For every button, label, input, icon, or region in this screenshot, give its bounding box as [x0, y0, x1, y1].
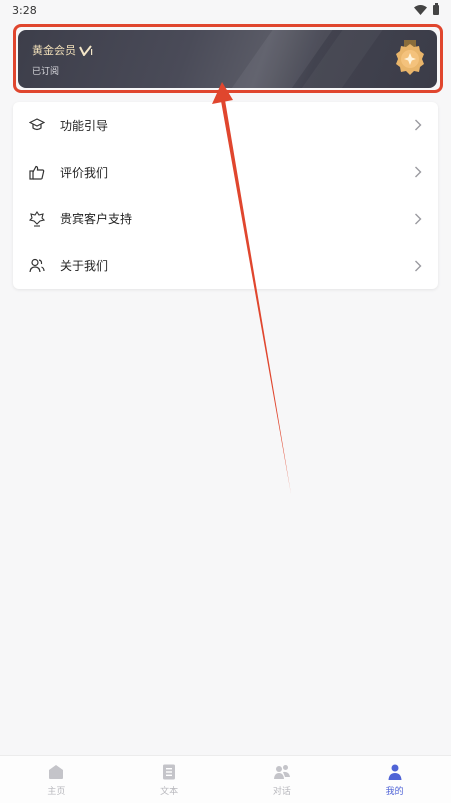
menu-item-label: 关于我们: [60, 259, 109, 274]
graduation-cap-icon: [29, 117, 45, 133]
settings-menu-card: 功能引导 评价我们 贵宾客户支持 关于我们: [13, 102, 438, 289]
menu-item-rate-us[interactable]: 评价我们: [13, 149, 438, 196]
chevron-right-icon: [415, 119, 422, 131]
home-icon: [49, 764, 64, 779]
bottom-tab-bar: 主页 文本 对话 我的: [0, 755, 451, 803]
menu-item-label: 贵宾客户支持: [60, 212, 133, 227]
tab-label: 文本: [160, 786, 179, 797]
tab-label: 主页: [47, 786, 66, 797]
chevron-right-icon: [415, 260, 422, 272]
menu-item-label: 评价我们: [60, 165, 109, 180]
wifi-icon: [414, 5, 427, 15]
status-time: 3:28: [12, 3, 37, 17]
tab-label: 对话: [272, 786, 291, 797]
people-icon: [29, 258, 45, 274]
chevron-right-icon: [415, 166, 422, 178]
thumbs-up-icon: [29, 164, 45, 180]
status-bar: 3:28: [0, 0, 451, 20]
support-flower-icon: [29, 210, 45, 227]
tab-home[interactable]: 主页: [0, 756, 113, 803]
battery-icon: [433, 3, 439, 15]
profile-icon: [388, 764, 402, 780]
status-icons: [414, 3, 439, 15]
menu-item-about-us[interactable]: 关于我们: [13, 242, 438, 289]
annotation-highlight-frame: [13, 24, 443, 93]
menu-item-feature-guide[interactable]: 功能引导: [13, 102, 438, 149]
tab-profile[interactable]: 我的: [338, 756, 451, 803]
document-icon: [163, 764, 176, 779]
menu-item-label: 功能引导: [60, 118, 109, 133]
chevron-right-icon: [415, 213, 422, 225]
chat-people-icon: [273, 764, 290, 779]
tab-chat[interactable]: 对话: [226, 756, 339, 803]
tab-label: 我的: [385, 786, 404, 797]
tab-text[interactable]: 文本: [113, 756, 226, 803]
menu-item-vip-support[interactable]: 贵宾客户支持: [13, 196, 438, 243]
